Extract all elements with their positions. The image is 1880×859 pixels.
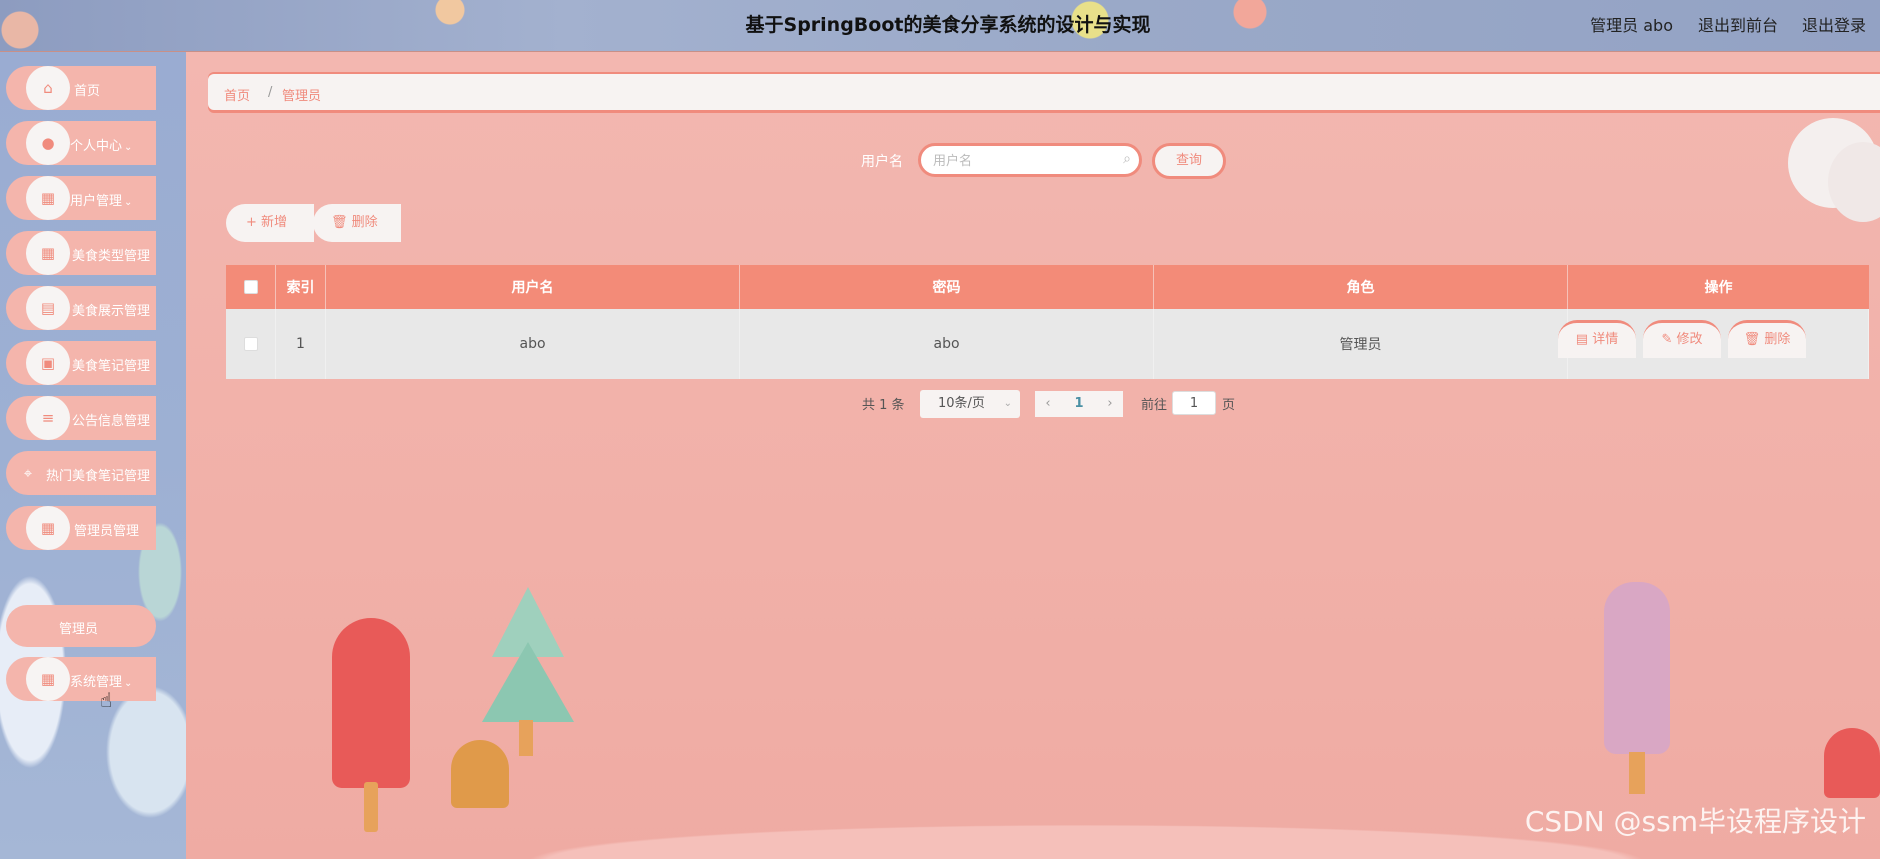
decor-trunk: [1629, 752, 1645, 794]
sidebar-item-label: 美食类型管理: [72, 249, 151, 264]
header-actions: 操作: [1704, 280, 1733, 296]
sidebar-item-notices[interactable]: ≡ 公告信息管理: [6, 396, 156, 440]
goto-page-input[interactable]: [1172, 391, 1216, 415]
prev-page-button[interactable]: ‹: [1035, 391, 1061, 417]
logout-link[interactable]: 退出登录: [1802, 12, 1866, 36]
search-label: 用户名: [861, 154, 903, 170]
decor-tree: [482, 642, 574, 722]
chevron-left-icon: ‹: [1045, 396, 1051, 411]
list-icon: ≡: [26, 396, 70, 440]
header-select-all: [226, 265, 276, 309]
decor-tree: [1604, 582, 1670, 754]
header-password: 密码: [740, 265, 1154, 309]
page-suffix: 页: [1222, 398, 1236, 413]
user-icon: ●: [26, 121, 70, 165]
search-input[interactable]: [933, 150, 1113, 172]
grid-icon: ▦: [26, 657, 70, 701]
decor-popsicle: [332, 618, 410, 788]
batch-delete-button[interactable]: 🗑 删除: [313, 204, 401, 242]
sidebar: ⌂ 首页 ● 个人中心 ⌄ ▦ 用户管理 ⌄ ▦ 美食类型管理 ▤ 美食展示管理 ▣…: [0, 52, 186, 859]
sidebar-subitem-label: 管理员: [59, 622, 99, 637]
sidebar-item-label: 公告信息管理: [72, 414, 151, 429]
search-icon: ⌕: [1123, 151, 1131, 167]
row-checkbox[interactable]: [243, 337, 258, 351]
decor-dome: [1824, 728, 1880, 798]
chevron-down-icon: ⌄: [124, 197, 133, 208]
home-icon: ⌂: [26, 66, 70, 110]
header-index: 索引: [276, 265, 326, 309]
page-size-select[interactable]: 10条/页 ⌄: [920, 390, 1020, 418]
page-number[interactable]: 1: [1061, 391, 1097, 417]
cell-username: abo: [326, 309, 740, 379]
delete-button[interactable]: 🗑 删除: [1728, 320, 1806, 358]
clipboard-icon: ▤: [26, 286, 70, 330]
sidebar-item-label: 用户管理 ⌄: [70, 194, 133, 209]
sidebar-item-system[interactable]: ▦ 系统管理 ⌄: [6, 657, 156, 701]
trash-icon: 🗑: [1743, 332, 1761, 347]
location-icon: ⌖: [23, 464, 33, 482]
sidebar-subitem-admin[interactable]: 管理员: [6, 605, 156, 647]
batch-delete-label: 删除: [351, 215, 378, 230]
breadcrumb-home[interactable]: 首页: [224, 85, 250, 104]
breadcrumb-separator: /: [268, 85, 273, 100]
sidebar-item-hot-notes[interactable]: ⌖ 热门美食笔记管理: [6, 451, 156, 495]
add-button[interactable]: + 新增: [226, 204, 314, 242]
sidebar-item-label: 管理员管理: [74, 524, 140, 539]
decor-dome: [451, 740, 509, 808]
sidebar-item-food-display[interactable]: ▤ 美食展示管理: [6, 286, 156, 330]
detail-button[interactable]: ▤ 详情: [1558, 320, 1636, 358]
search-box: ⌕: [918, 143, 1142, 177]
query-button[interactable]: 查询: [1152, 143, 1226, 179]
image-icon: ▣: [26, 341, 70, 385]
main-content: 首页 / 管理员 用户名 ⌕ 查询 + 新增 🗑 删除 索引 用户名 密码 角色…: [186, 52, 1880, 859]
mouse-cursor-icon: ☝: [100, 688, 113, 712]
chevron-down-icon: ⌄: [124, 678, 133, 689]
row-select: [226, 309, 276, 379]
edit-button[interactable]: ✎ 修改: [1643, 320, 1721, 358]
front-link[interactable]: 退出到前台: [1698, 12, 1778, 36]
table-header: 索引 用户名 密码 角色 操作: [226, 265, 1869, 309]
select-all-checkbox[interactable]: [243, 280, 258, 294]
next-page-button[interactable]: ›: [1097, 391, 1123, 417]
current-user: 管理员 abo: [1590, 16, 1673, 35]
grid-icon: ▦: [26, 231, 70, 275]
chevron-down-icon: ⌄: [124, 142, 133, 153]
delete-label: 删除: [1764, 332, 1791, 347]
watermark: CSDN @ssm毕设程序设计: [1524, 805, 1866, 838]
breadcrumb-current: 管理员: [282, 89, 322, 104]
cell-password: abo: [740, 309, 1154, 379]
sidebar-item-food-types[interactable]: ▦ 美食类型管理: [6, 231, 156, 275]
decor-trunk: [519, 720, 533, 756]
chevron-right-icon: ›: [1107, 396, 1113, 411]
pencil-icon: ✎: [1661, 332, 1673, 347]
goto-label: 前往: [1141, 398, 1168, 413]
document-icon: ▤: [1575, 332, 1589, 347]
breadcrumb: 首页 / 管理员: [208, 74, 1880, 110]
pagination-total: 共 1 条: [862, 398, 905, 413]
sidebar-item-label: 个人中心 ⌄: [70, 139, 133, 154]
header-role: 角色: [1154, 265, 1568, 309]
edit-label: 修改: [1676, 332, 1703, 347]
page-size-value: 10条/页: [938, 396, 985, 411]
cell-role: 管理员: [1154, 309, 1568, 379]
sidebar-item-label: 美食笔记管理: [72, 359, 151, 374]
sidebar-item-label: 美食展示管理: [72, 304, 151, 319]
decor-stick: [364, 782, 378, 832]
grid-icon: ▦: [26, 176, 70, 220]
cell-index: 1: [276, 309, 326, 379]
detail-label: 详情: [1592, 332, 1619, 347]
sidebar-item-users[interactable]: ▦ 用户管理 ⌄: [6, 176, 156, 220]
chevron-down-icon: ⌄: [1003, 398, 1012, 409]
sidebar-item-food-notes[interactable]: ▣ 美食笔记管理: [6, 341, 156, 385]
grid-icon: ▦: [26, 506, 70, 550]
sidebar-item-home[interactable]: ⌂ 首页: [6, 66, 156, 110]
sidebar-item-label: 首页: [74, 84, 101, 99]
trash-icon: 🗑: [331, 215, 348, 230]
header-username: 用户名: [326, 265, 740, 309]
top-header: 基于SpringBoot的美食分享系统的设计与实现 管理员 abo 退出到前台 …: [0, 0, 1880, 52]
sidebar-item-profile[interactable]: ● 个人中心 ⌄: [6, 121, 156, 165]
sidebar-item-admins[interactable]: ▦ 管理员管理: [6, 506, 156, 550]
sidebar-item-label: 热门美食笔记管理: [46, 469, 151, 484]
